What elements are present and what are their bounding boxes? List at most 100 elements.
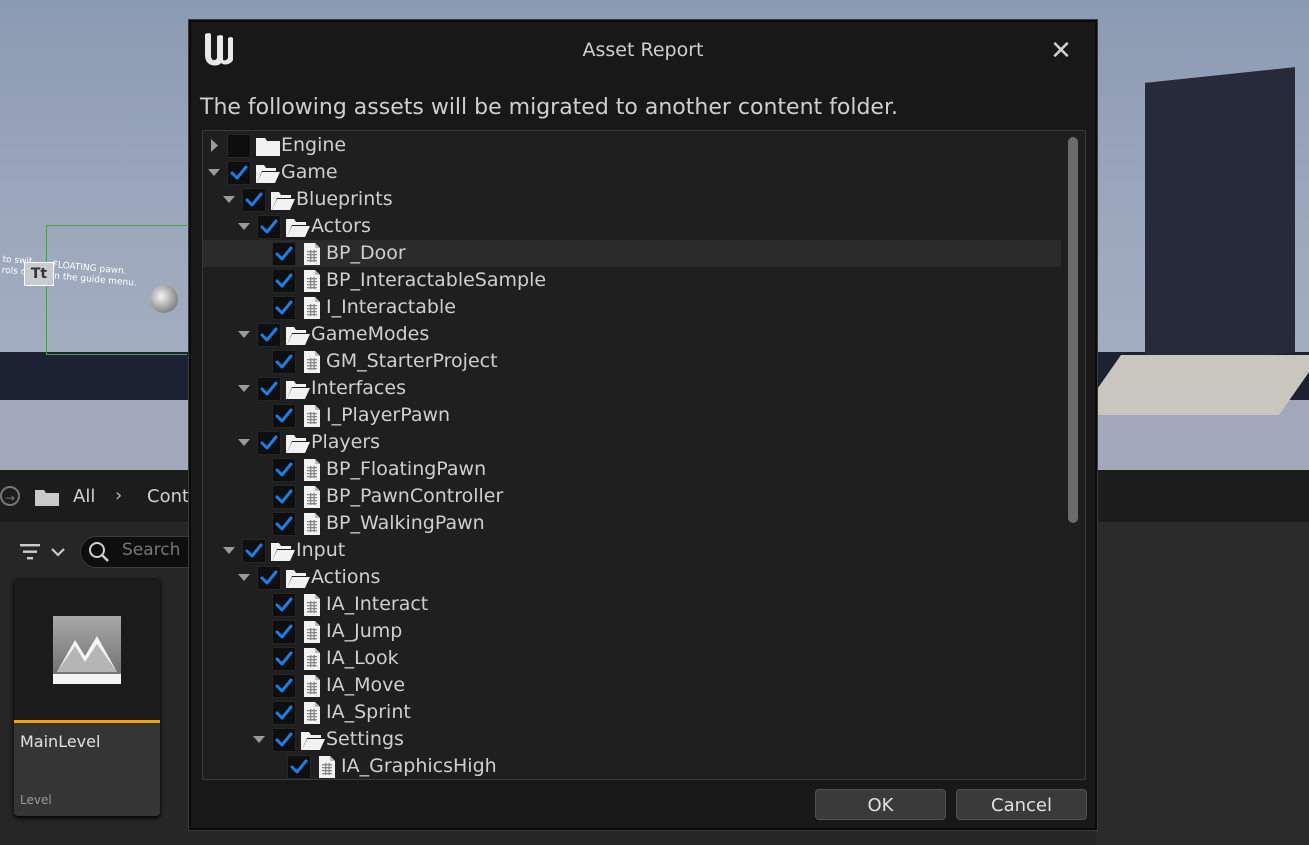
expanded-arrow-icon[interactable] [237,375,251,402]
expanded-arrow-icon[interactable] [237,321,251,348]
cancel-button[interactable]: Cancel [956,789,1087,820]
checkmark-icon [275,732,293,747]
checkbox[interactable] [272,701,296,725]
tree-scrollbar[interactable] [1068,137,1078,523]
checkbox[interactable] [257,215,281,239]
checkbox[interactable] [257,323,281,347]
expanded-arrow-icon[interactable] [237,429,251,456]
checkmark-icon [260,435,278,450]
ok-button[interactable]: OK [815,789,946,820]
expanded-arrow-icon[interactable] [237,213,251,240]
folder-glyph [286,381,310,399]
checkbox[interactable] [272,512,296,536]
tree-row[interactable]: IA_Move [203,672,1061,699]
file-icon [315,755,339,779]
checkbox[interactable] [257,431,281,455]
expanded-arrow-icon[interactable] [222,537,236,564]
tree-row[interactable]: Game [203,159,1061,186]
folder-glyph [256,165,280,183]
checkbox[interactable] [227,161,251,185]
checkbox[interactable] [242,188,266,212]
tree-row[interactable]: IA_GraphicsHigh [203,753,1061,779]
tree-row[interactable]: BP_PawnController [203,483,1061,510]
expanded-arrow-icon[interactable] [237,564,251,591]
tree-row[interactable]: Interfaces [203,375,1061,402]
history-icon[interactable]: → [0,486,20,506]
tree-item-label: Game [281,161,338,183]
asset-tree[interactable]: Engine Game Blueprints Actors BP_Door BP_Inte… [202,130,1086,780]
tree-row[interactable]: GM_StarterProject [203,348,1061,375]
checkbox[interactable] [287,755,311,779]
checkmark-icon [245,192,263,207]
tree-row[interactable]: Players [203,429,1061,456]
checkmark-icon [230,165,248,180]
checkbox[interactable] [272,485,296,509]
file-icon [300,701,324,725]
tree-row[interactable]: Actors [203,213,1061,240]
tree-row[interactable]: BP_Door [203,240,1061,267]
filter-icon[interactable] [18,540,66,564]
folder-open-icon [300,728,325,752]
dialog-title: Asset Report [582,39,704,61]
tree-item-label: Settings [326,728,404,750]
tree-row[interactable]: Settings [203,726,1061,753]
close-icon[interactable]: ✕ [1045,36,1077,68]
checkbox[interactable] [272,620,296,644]
tree-row[interactable]: IA_Look [203,645,1061,672]
checkbox[interactable] [272,404,296,428]
tree-item-label: BP_PawnController [326,485,504,507]
tree-row[interactable]: IA_Sprint [203,699,1061,726]
asset-tile-mainlevel[interactable]: MainLevel Level [14,578,160,816]
checkbox[interactable] [272,458,296,482]
checkbox[interactable] [257,566,281,590]
arrow-glyph [211,139,218,152]
checkbox[interactable] [272,269,296,293]
checkbox[interactable] [272,593,296,617]
collapsed-arrow-icon[interactable] [207,132,221,159]
checkmark-icon [245,543,263,558]
tree-row[interactable]: Blueprints [203,186,1061,213]
expanded-arrow-icon[interactable] [207,159,221,186]
tree-row[interactable]: BP_InteractableSample [203,267,1061,294]
tree-row[interactable]: I_Interactable [203,294,1061,321]
checkbox[interactable] [257,377,281,401]
checkbox[interactable] [242,539,266,563]
tree-row[interactable]: Actions [203,564,1061,591]
tree-row[interactable]: BP_WalkingPawn [203,510,1061,537]
checkbox[interactable] [272,350,296,374]
tree-item-label: Actors [311,215,371,237]
checkmark-icon [260,327,278,342]
arrow-glyph [238,331,250,338]
tree-row[interactable]: IA_Jump [203,618,1061,645]
tree-row[interactable]: IA_Interact [203,591,1061,618]
checkbox[interactable] [227,134,251,158]
expanded-arrow-icon[interactable] [222,186,236,213]
folder-open-icon [270,188,295,212]
checkbox[interactable] [272,728,296,752]
tree-item-label: IA_Look [326,647,399,669]
checkbox[interactable] [272,296,296,320]
tree-row[interactable]: Input [203,537,1061,564]
file-glyph [304,459,320,481]
breadcrumb-content[interactable]: Cont [147,486,189,507]
checkmark-icon [275,354,293,369]
tree-row[interactable]: GameModes [203,321,1061,348]
folder-glyph [301,732,325,750]
light-slab [1078,355,1309,415]
content-browser-side [1096,522,1309,845]
checkbox[interactable] [272,674,296,698]
checkbox[interactable] [272,242,296,266]
tree-row[interactable]: Engine [203,132,1061,159]
arrow-glyph [223,196,235,203]
tree-row[interactable]: I_PlayerPawn [203,402,1061,429]
breadcrumb-all[interactable]: All [73,486,95,507]
arrow-glyph [253,736,265,743]
arrow-glyph [238,574,250,581]
search-placeholder: Search [122,540,181,560]
arrow-glyph [208,169,220,176]
file-icon [300,512,324,536]
tree-row[interactable]: BP_FloatingPawn [203,456,1061,483]
checkbox[interactable] [272,647,296,671]
expanded-arrow-icon[interactable] [252,726,266,753]
folder-icon[interactable] [34,487,60,507]
